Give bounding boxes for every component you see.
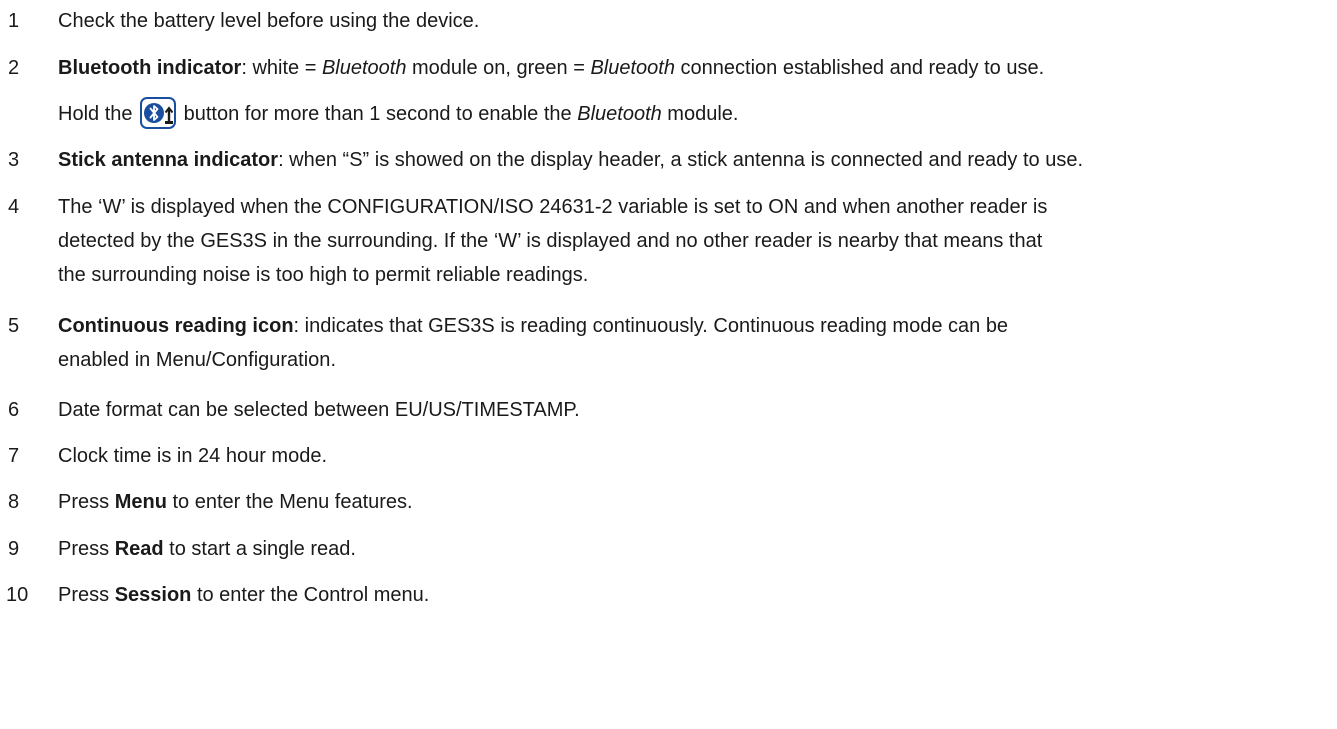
- text-segment: Hold the: [58, 103, 139, 125]
- bluetooth-indicator-label: Bluetooth indicator: [58, 57, 242, 79]
- continuous-reading-label: Continuous reading icon: [58, 315, 294, 337]
- text-segment: button for more than 1 second to enable …: [178, 103, 578, 125]
- item-number: 5: [8, 315, 20, 337]
- item-text: The ‘W’ is displayed when the CONFIGURAT…: [58, 190, 1047, 292]
- text-segment: : indicates that GES3S is reading contin…: [293, 315, 1009, 337]
- text-segment: to start a single read.: [163, 538, 356, 560]
- item-text: Press Session to enter the Control menu.: [58, 578, 429, 612]
- text-segment: connection established and ready to use.: [674, 57, 1045, 79]
- item-number: 2: [8, 57, 20, 79]
- bluetooth-power-button-icon: [140, 97, 177, 129]
- item-text: Press Menu to enter the Menu features.: [58, 485, 413, 519]
- hold-instruction: Hold the button for more than 1 second t…: [58, 97, 738, 131]
- text-segment: to enter the Control menu.: [191, 584, 430, 606]
- bluetooth-term: Bluetooth: [577, 103, 662, 125]
- text-segment: : when “S” is showed on the display head…: [278, 149, 1084, 171]
- item-number: 1: [8, 10, 20, 32]
- text-segment: Press: [58, 491, 115, 513]
- text-segment: enabled in: [58, 349, 156, 371]
- text-segment: to enter the Menu features.: [166, 491, 413, 513]
- text-segment: module on, green =: [406, 57, 591, 79]
- item-text: Check the battery level before using the…: [58, 10, 480, 32]
- text-segment: module.: [661, 103, 739, 125]
- item-text: Date format can be selected between EU/U…: [58, 399, 580, 421]
- text-segment: : white =: [241, 57, 322, 79]
- item-number: 8: [8, 491, 20, 513]
- text-segment: Press: [58, 538, 115, 560]
- stick-antenna-label: Stick antenna indicator: [58, 149, 279, 171]
- item-number: 3: [8, 149, 20, 171]
- text-line: the surrounding noise is too high to per…: [58, 264, 589, 286]
- bluetooth-term: Bluetooth: [321, 57, 407, 79]
- session-button-label: Session: [114, 584, 192, 606]
- read-button-label: Read: [114, 538, 164, 560]
- bluetooth-term: Bluetooth: [590, 57, 675, 79]
- item-number: 10: [6, 584, 29, 606]
- item-number: 6: [8, 399, 20, 421]
- item-text: Stick antenna indicator: when “S” is sho…: [58, 143, 1083, 177]
- item-number: 7: [8, 445, 20, 467]
- menu-path: Menu/Configuration: [155, 349, 331, 371]
- text-segment: .: [330, 349, 336, 371]
- item-number: 4: [8, 196, 20, 218]
- menu-button-label: Menu: [114, 491, 167, 513]
- item-text: Continuous reading icon: indicates that …: [58, 309, 1008, 377]
- text-line: detected by the GES3S in the surrounding…: [58, 230, 1043, 252]
- item-text: Press Read to start a single read.: [58, 532, 356, 566]
- text-segment: Press: [58, 584, 115, 606]
- text-line: The ‘W’ is displayed when the CONFIGURAT…: [58, 196, 1048, 218]
- item-number: 9: [8, 538, 20, 560]
- instruction-list: 1 Check the battery level before using t…: [0, 0, 1337, 729]
- item-text: Bluetooth indicator: white = Bluetooth m…: [58, 51, 1044, 85]
- item-text: Clock time is in 24 hour mode.: [58, 445, 328, 467]
